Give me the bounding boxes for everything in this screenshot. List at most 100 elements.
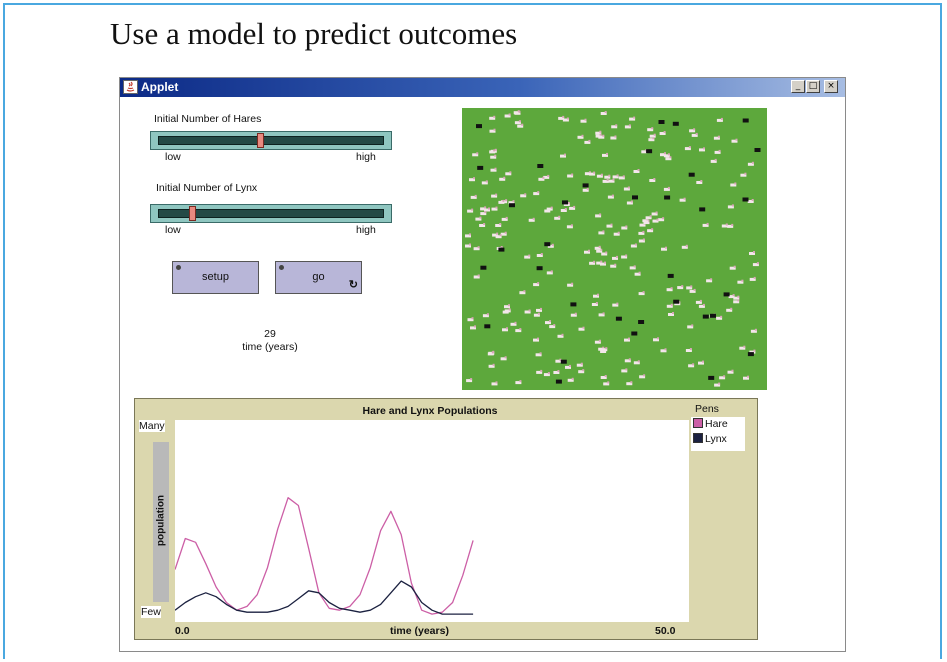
- hare-agent-ear: [588, 249, 590, 252]
- lynx-agent: [498, 247, 505, 252]
- legend: Hare Lynx: [691, 417, 745, 451]
- setup-button[interactable]: setup: [172, 261, 259, 294]
- go-indicator-icon: [279, 265, 284, 270]
- hare-agent-ear: [519, 380, 522, 383]
- hare-agent-ear: [488, 207, 490, 210]
- x-min-label: 0.0: [175, 625, 190, 637]
- lynx-slider-thumb[interactable]: [188, 206, 196, 221]
- hare-agent-ear: [569, 364, 571, 367]
- title-bar[interactable]: Applet _ □ ×: [120, 78, 845, 97]
- hare-agent-ear: [710, 278, 713, 281]
- hare-agent-ear: [685, 244, 688, 247]
- hare-agent-ear: [508, 113, 511, 116]
- lynx-agent: [646, 149, 653, 154]
- hares-slider-track[interactable]: [158, 136, 384, 145]
- hare-agent-ear: [702, 303, 705, 306]
- go-button[interactable]: go ↻: [275, 261, 362, 294]
- hare-agent-ear: [751, 161, 754, 164]
- hare-agent-ear: [537, 312, 540, 315]
- hare-agent-ear: [600, 173, 603, 176]
- hare-agent-ear: [625, 225, 628, 228]
- y-axis-bar: population: [153, 442, 169, 602]
- lynx-agent: [672, 121, 679, 126]
- maximize-button[interactable]: □: [806, 80, 820, 93]
- hare-agent-ear: [735, 138, 738, 141]
- hare-agent-ear: [607, 381, 610, 384]
- hares-low-label: low: [165, 151, 181, 163]
- minimize-button[interactable]: _: [791, 80, 805, 93]
- lynx-agent: [638, 320, 645, 324]
- hare-agent-ear: [743, 345, 746, 348]
- hare-agent-ear: [617, 231, 620, 234]
- hares-slider-thumb[interactable]: [256, 133, 264, 148]
- hare-agent-ear: [540, 369, 543, 372]
- hare-agent-ear: [608, 174, 611, 177]
- hare-agent-ear: [600, 260, 603, 263]
- lynx-slider[interactable]: [150, 204, 392, 223]
- hare-agent-ear: [593, 260, 596, 263]
- hare-agent-ear: [630, 381, 633, 384]
- hare-agent-ear: [494, 167, 497, 170]
- hare-agent-ear: [723, 375, 726, 378]
- hare-agent-ear: [537, 282, 540, 285]
- y-min-label: Few: [141, 606, 161, 618]
- hare-agent-ear: [606, 178, 609, 181]
- hare-agent-ear: [741, 279, 744, 282]
- hare-agent-ear: [664, 152, 666, 155]
- hare-agent-ear: [747, 375, 749, 378]
- hare-agent-ear: [655, 211, 658, 214]
- hare-agent-ear: [638, 271, 641, 274]
- hare-agent-ear: [700, 180, 703, 182]
- time-counter-label: time (years): [242, 341, 298, 353]
- hare-agent-ear: [653, 178, 656, 180]
- forever-loop-icon: ↻: [348, 279, 358, 291]
- hares-slider[interactable]: [150, 131, 392, 150]
- hare-agent-ear: [662, 217, 665, 220]
- hare-agent-ear: [633, 116, 636, 119]
- close-button[interactable]: ×: [824, 80, 838, 93]
- lynx-agent: [658, 120, 665, 124]
- hare-agent-ear: [553, 324, 556, 327]
- hare-agent-ear: [558, 215, 561, 218]
- hare-agent-ear: [493, 149, 496, 152]
- hare-agent-ear: [561, 333, 564, 336]
- hare-agent-ear: [725, 223, 728, 226]
- world-view[interactable]: [462, 108, 767, 390]
- hare-agent-ear: [493, 115, 496, 118]
- hare-agent-ear: [492, 363, 495, 366]
- hare-agent-ear: [616, 302, 619, 305]
- hare-agent-ear: [614, 135, 617, 138]
- hare-agent-ear: [599, 130, 602, 133]
- hare-agent-ear: [664, 348, 667, 351]
- hare-agent-ear: [597, 293, 599, 296]
- hare-agent-ear: [737, 299, 740, 302]
- hare-agent-ear: [499, 223, 502, 225]
- hare-agent-ear: [581, 134, 584, 137]
- hare-agent-ear: [519, 328, 522, 331]
- hare-agent-ear: [474, 325, 476, 328]
- y-axis-label: population: [155, 494, 167, 547]
- hare-agent-ear: [580, 362, 583, 365]
- legend-hare-label: Hare: [705, 418, 728, 430]
- hare-agent-ear: [573, 205, 576, 208]
- lynx-agent: [723, 292, 730, 297]
- lynx-agent: [742, 197, 749, 202]
- hare-agent-ear: [584, 118, 587, 121]
- lynx-slider-label: Initial Number of Lynx: [156, 182, 258, 194]
- hare-agent-ear: [720, 117, 723, 120]
- lynx-agent: [484, 324, 491, 329]
- hare-agent-ear: [549, 320, 551, 323]
- hare-agent-ear: [649, 215, 652, 218]
- hare-agent-ear: [495, 193, 498, 196]
- hare-agent-ear: [570, 224, 573, 227]
- plot-canvas: [175, 497, 474, 615]
- hare-agent-ear: [642, 238, 645, 241]
- hare-agent-ear: [718, 382, 721, 385]
- lynx-agent: [754, 148, 761, 152]
- hare-agent-ear: [703, 147, 705, 150]
- hare-agent-ear: [637, 360, 640, 363]
- hare-agent-ear: [691, 324, 694, 327]
- hare-agent-ear: [628, 337, 630, 340]
- legend-title: Pens: [695, 403, 719, 415]
- hare-agent-ear: [598, 245, 601, 248]
